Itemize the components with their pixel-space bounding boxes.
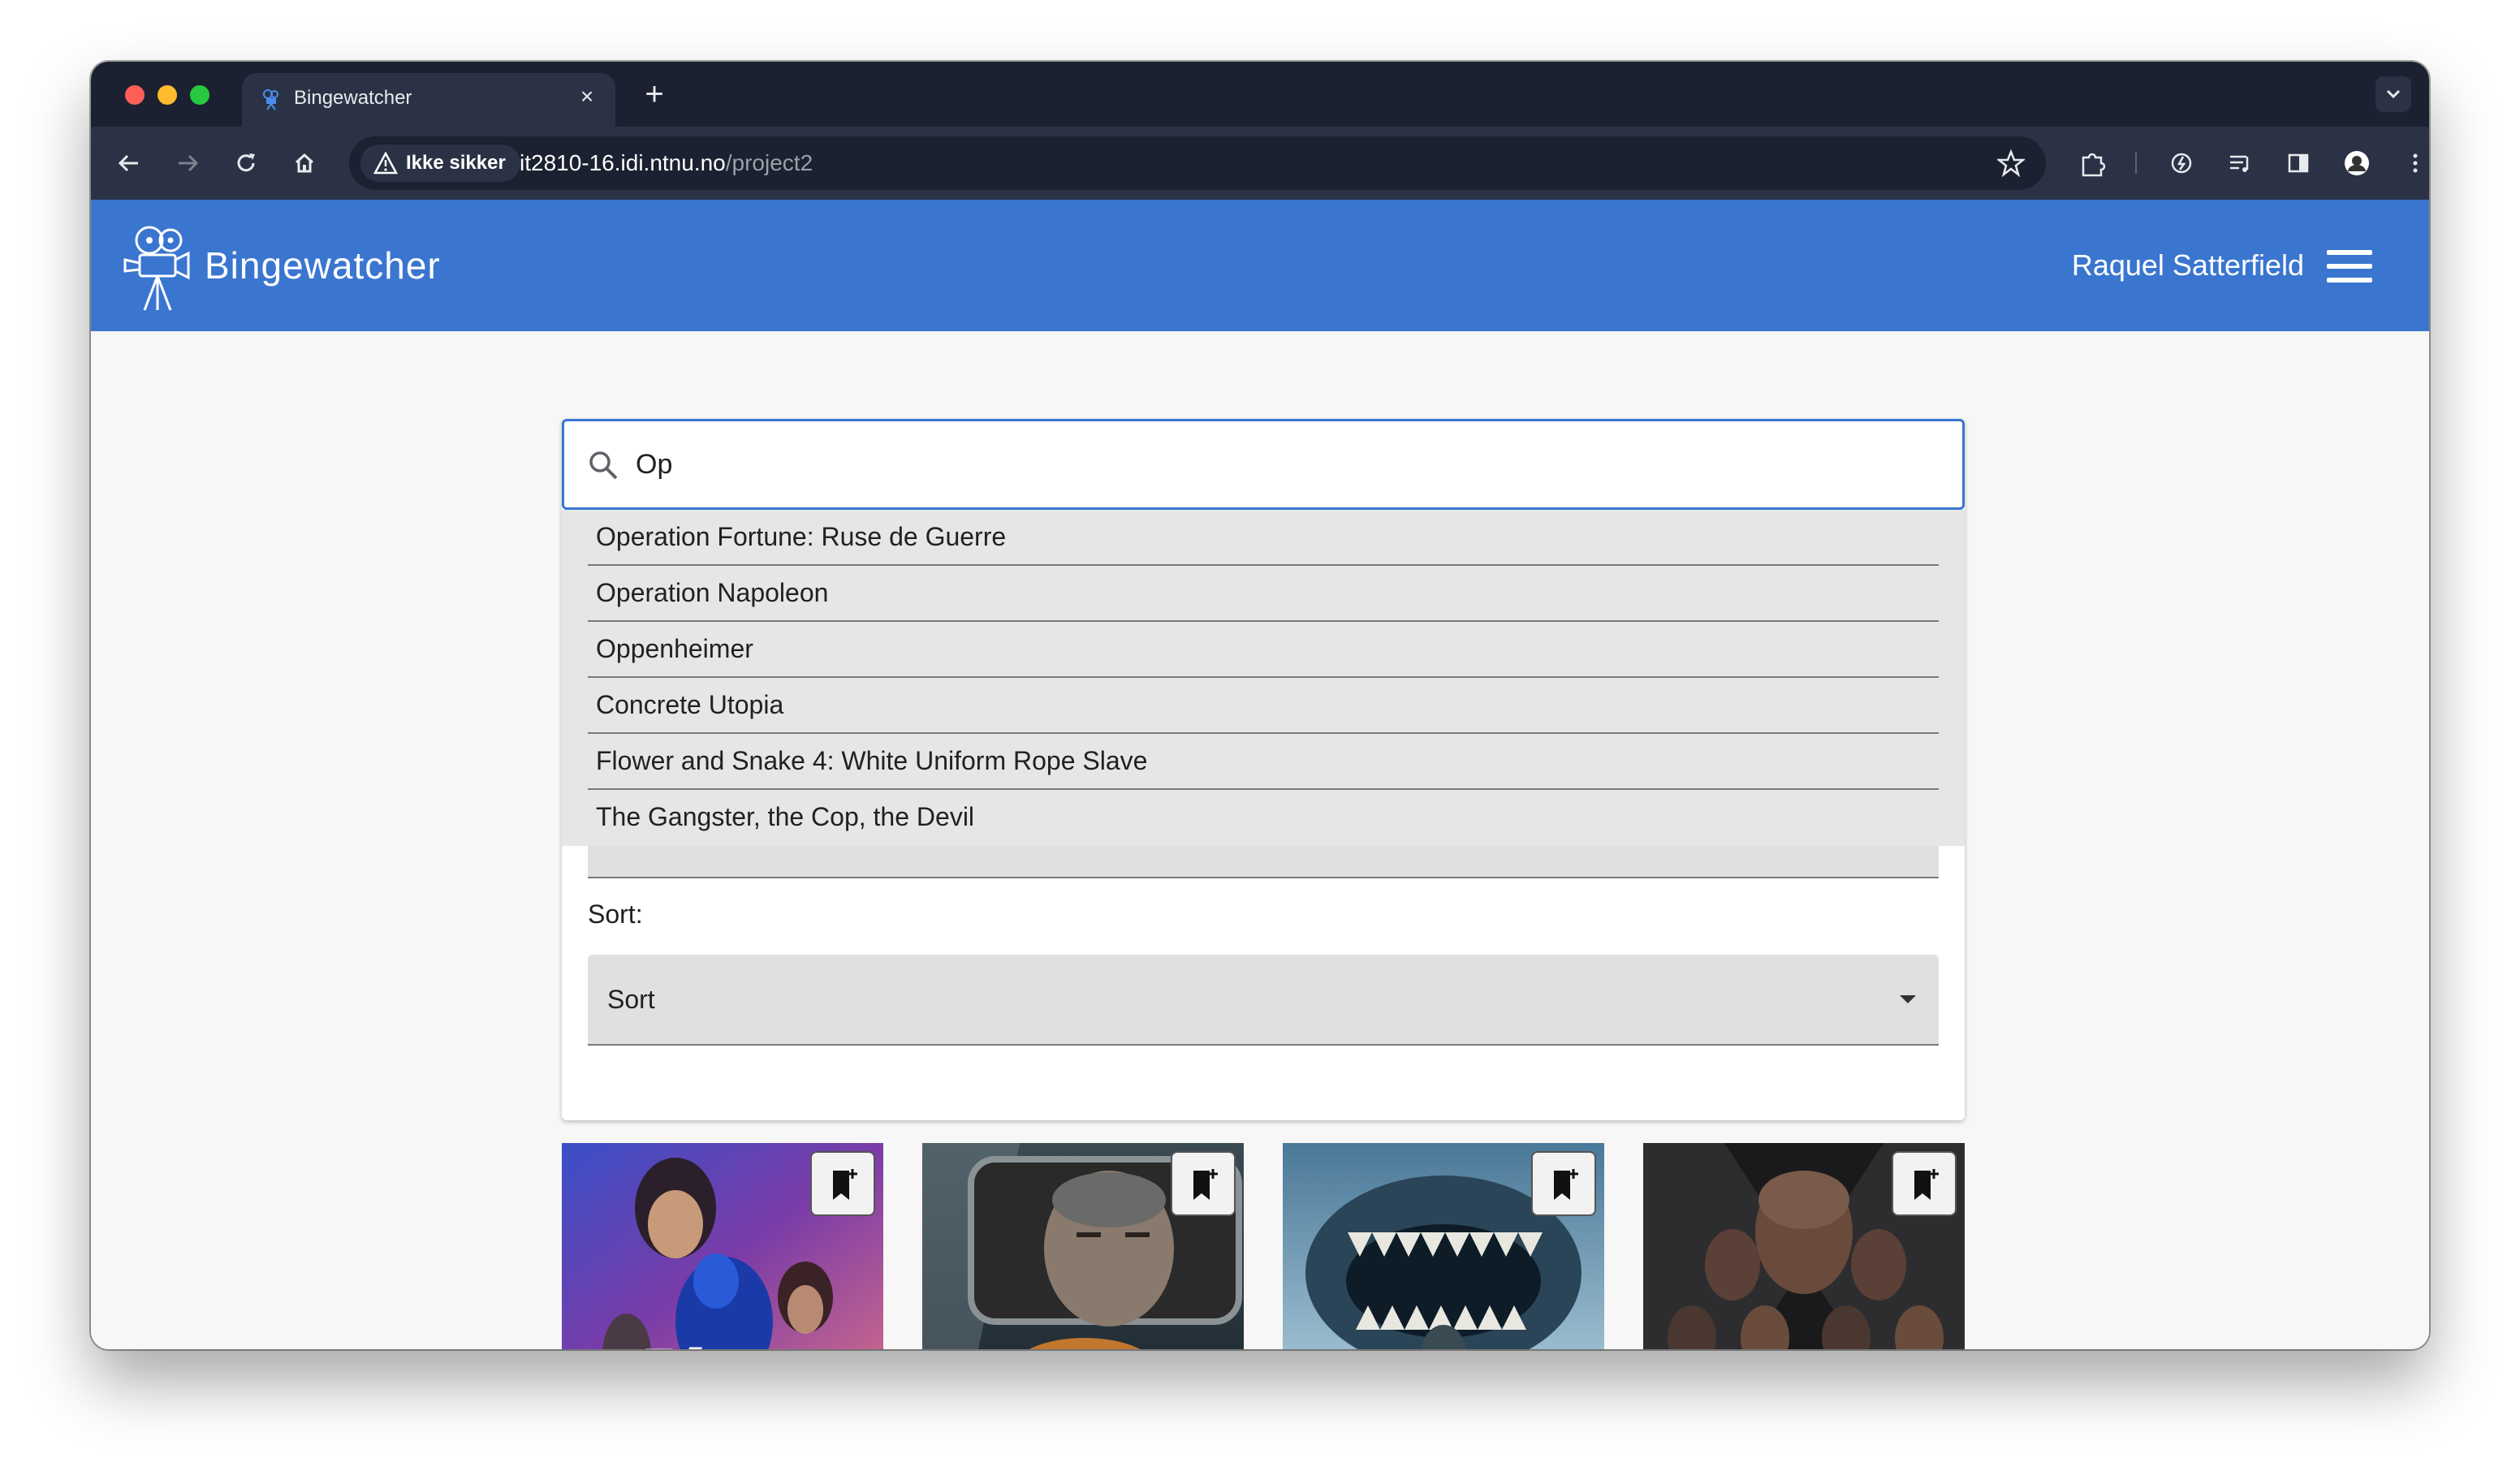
- browser-tab[interactable]: Bingewatcher ×: [242, 73, 615, 127]
- movie-card[interactable]: [1643, 1143, 1965, 1349]
- suggestion-item[interactable]: The Gangster, the Cop, the Devil: [588, 790, 1939, 846]
- sort-select-value: Sort: [607, 985, 655, 1014]
- filter-field[interactable]: [588, 846, 1939, 878]
- bookmark-star-icon[interactable]: [1997, 149, 2025, 177]
- suggestion-item[interactable]: Operation Napoleon: [588, 566, 1939, 622]
- more-options-icon[interactable]: [2397, 145, 2429, 182]
- dropdown-arrow-icon: [1900, 995, 1916, 1003]
- close-window-button[interactable]: [125, 85, 145, 105]
- reload-icon[interactable]: [227, 145, 265, 182]
- warning-icon: [373, 152, 398, 175]
- movie-card[interactable]: Blue: [562, 1143, 883, 1349]
- side-panel-icon[interactable]: [2280, 145, 2317, 182]
- favicon-icon: [263, 89, 278, 110]
- search-input[interactable]: Op: [636, 421, 672, 507]
- bookmark-add-icon: [1914, 1169, 1939, 1200]
- add-to-watchlist-button[interactable]: [1892, 1151, 1957, 1216]
- not-secure-badge[interactable]: Ikke sikker: [360, 145, 520, 182]
- bookmark-add-icon: [1554, 1169, 1578, 1200]
- sort-select[interactable]: Sort: [588, 955, 1939, 1046]
- maximize-window-button[interactable]: [190, 85, 209, 105]
- bookmark-add-icon: [1193, 1169, 1218, 1200]
- bookmark-add-icon: [833, 1169, 857, 1200]
- forward-arrow-icon[interactable]: [169, 145, 206, 182]
- movie-camera-logo-icon[interactable]: [120, 219, 193, 313]
- extensions-icon[interactable]: [2073, 145, 2111, 182]
- add-to-watchlist-button[interactable]: [1531, 1151, 1596, 1216]
- tab-title: Bingewatcher: [294, 87, 412, 109]
- user-name: Raquel Satterfield: [2071, 248, 2304, 282]
- back-arrow-icon[interactable]: [110, 145, 148, 182]
- performance-icon[interactable]: [2163, 145, 2200, 182]
- suggestion-item[interactable]: Flower and Snake 4: White Uniform Rope S…: [588, 734, 1939, 790]
- not-secure-label: Ikke sikker: [406, 152, 506, 174]
- toolbar-divider: [2135, 153, 2137, 174]
- app-brand[interactable]: Bingewatcher: [205, 200, 441, 331]
- url-path: /project2: [725, 150, 813, 175]
- search-suggestions: Operation Fortune: Ruse de Guerre Operat…: [562, 510, 1965, 846]
- url-host: it2810-16.idi.ntnu.no: [520, 150, 726, 175]
- minimize-window-button[interactable]: [158, 85, 177, 105]
- main-content: Sort: Sort Operation Fortune: Ruse de Gu…: [91, 331, 2429, 1349]
- media-controls-icon[interactable]: [2221, 145, 2259, 182]
- search-icon: [589, 451, 618, 480]
- tab-close-icon[interactable]: ×: [575, 84, 599, 109]
- suggestion-item[interactable]: Oppenheimer: [588, 622, 1939, 678]
- app-header: Bingewatcher Raquel Satterfield: [91, 200, 2429, 331]
- movie-card[interactable]: [1283, 1143, 1604, 1349]
- url-text: it2810-16.idi.ntnu.no/project2: [520, 136, 813, 190]
- suggestion-item[interactable]: Concrete Utopia: [588, 678, 1939, 734]
- browser-window: Bingewatcher × + Ikke sikker it2810-16.i…: [91, 62, 2429, 1349]
- browser-titlebar: Bingewatcher × +: [91, 62, 2429, 127]
- add-to-watchlist-button[interactable]: [810, 1151, 875, 1216]
- tab-search-button[interactable]: [2375, 76, 2411, 112]
- add-to-watchlist-button[interactable]: [1171, 1151, 1236, 1216]
- suggestion-item[interactable]: Operation Fortune: Ruse de Guerre: [588, 510, 1939, 566]
- movie-card[interactable]: [922, 1143, 1244, 1349]
- home-icon[interactable]: [286, 145, 323, 182]
- profile-avatar-icon[interactable]: [2338, 145, 2375, 182]
- sort-label: Sort:: [588, 899, 643, 929]
- movie-grid: Blue: [562, 1143, 1965, 1349]
- chevron-down-icon: [2386, 89, 2401, 99]
- svg-text:Blue: Blue: [638, 1339, 775, 1349]
- search-box[interactable]: Op: [562, 419, 1965, 510]
- browser-toolbar: Ikke sikker it2810-16.idi.ntnu.no/projec…: [91, 127, 2429, 200]
- new-tab-button[interactable]: +: [636, 76, 672, 112]
- address-bar[interactable]: Ikke sikker it2810-16.idi.ntnu.no/projec…: [349, 136, 2046, 190]
- menu-icon[interactable]: [2327, 250, 2372, 283]
